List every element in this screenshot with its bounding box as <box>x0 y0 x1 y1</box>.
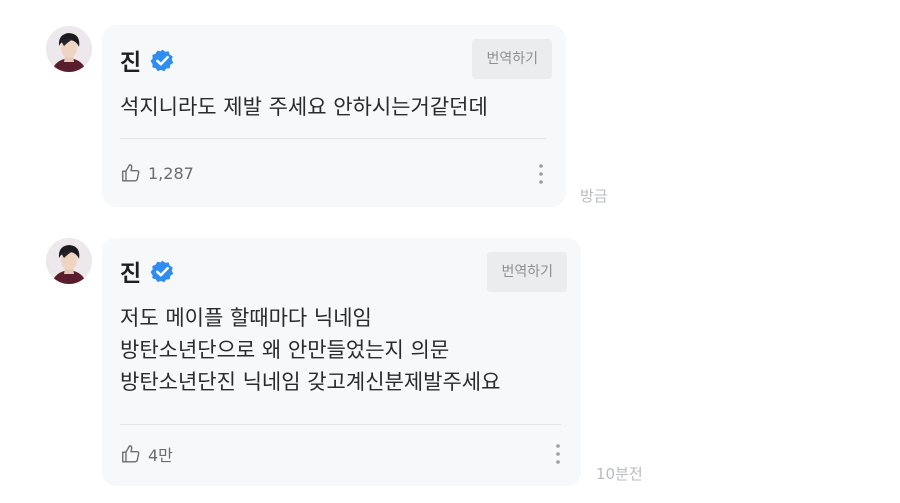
more-vertical-icon[interactable] <box>538 163 544 185</box>
translate-button[interactable]: 번역하기 <box>487 252 567 292</box>
more-vertical-icon[interactable] <box>555 443 561 465</box>
avatar-photo <box>46 26 92 72</box>
avatar[interactable] <box>46 238 92 284</box>
author-row: 진 <box>120 254 175 288</box>
translate-button[interactable]: 번역하기 <box>472 39 552 79</box>
divider <box>120 138 546 139</box>
like-area[interactable]: 4만 <box>120 442 173 466</box>
comment-text: 석지니라도 제발 주세요 안하시는거같던데 <box>120 91 488 123</box>
author-row: 진 <box>120 43 175 77</box>
like-count: 4만 <box>148 446 173 465</box>
avatar[interactable] <box>46 26 92 72</box>
comment-line: 방탄소년단으로 왜 안만들었는지 의문 <box>120 338 450 362</box>
thumbs-up-icon <box>122 164 140 182</box>
comment-line: 석지니라도 제발 주세요 안하시는거같던데 <box>120 95 488 119</box>
verified-badge-icon <box>150 260 173 282</box>
thumbs-up-icon <box>122 445 140 463</box>
like-area[interactable]: 1,287 <box>120 162 194 184</box>
author-name[interactable]: 진 <box>120 254 142 288</box>
timestamp: 방금 <box>580 187 608 205</box>
comment-bubble: 진 번역하기 저도 메이플 할때마다 닉네임 방탄소년단으로 왜 안만들었는지 … <box>102 238 581 486</box>
author-name[interactable]: 진 <box>120 43 142 77</box>
timestamp: 10분전 <box>596 465 643 483</box>
comment-text: 저도 메이플 할때마다 닉네임 방탄소년단으로 왜 안만들었는지 의문 방탄소년… <box>120 302 500 398</box>
divider <box>120 424 561 425</box>
like-count: 1,287 <box>148 163 194 183</box>
verified-badge-icon <box>150 49 173 71</box>
comment-bubble: 진 번역하기 석지니라도 제발 주세요 안하시는거같던데 1,287 <box>102 25 566 207</box>
avatar-photo <box>46 238 92 284</box>
comment-line: 저도 메이플 할때마다 닉네임 <box>120 306 372 330</box>
comment-line: 방탄소년단진 닉네임 갖고계신분제발주세요 <box>120 370 501 394</box>
